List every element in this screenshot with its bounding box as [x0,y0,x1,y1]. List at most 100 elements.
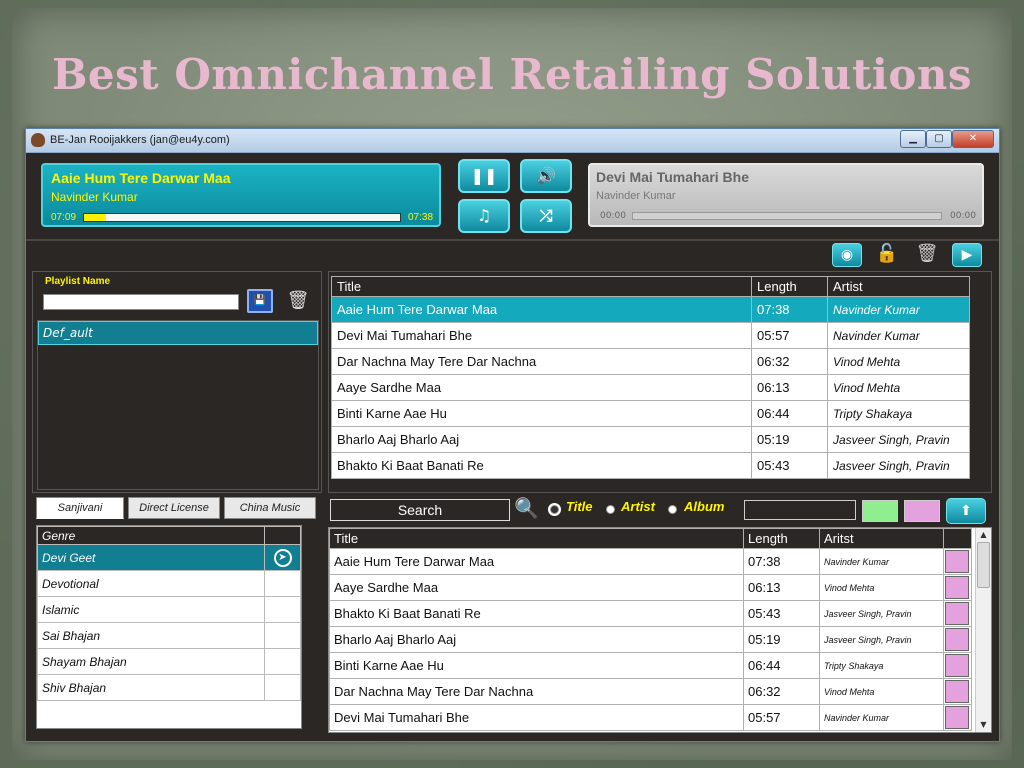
magnifier-icon[interactable]: 🔍 [514,496,540,522]
list-item[interactable]: Devotional [37,570,301,597]
table-row[interactable]: Bharlo Aaj Bharlo Aaj 05:19 Jasveer Sing… [329,626,972,653]
up-next-artist: Navinder Kumar [596,190,676,202]
divider [26,239,999,241]
play-button[interactable]: ▶ [952,243,982,267]
arrow-right-icon[interactable]: ➤ [273,548,292,567]
scroll-down-icon[interactable]: ▼ [976,718,991,732]
table-row[interactable]: Dar Nachna May Tere Dar Nachna 06:32 Vin… [329,678,972,705]
table-row[interactable]: Dar Nachna May Tere Dar Nachna 06:32 Vin… [331,348,970,375]
results-table: Title Length Aritst Aaie Hum Tere Darwar… [329,528,972,731]
genre-label: Shayam Bhajan [37,648,265,675]
track-title: Binti Karne Aae Hu [331,400,752,427]
column-header-artist[interactable]: Aritst [819,528,944,549]
rss-button[interactable]: ◉ [832,243,862,267]
pause-button[interactable]: ❚❚ [458,159,510,193]
delete-button[interactable]: 🗑 [912,243,942,267]
radio-title[interactable] [550,505,559,514]
radio-artist[interactable] [606,505,615,514]
minimize-icon: ▁ [909,133,917,144]
list-item[interactable]: Devi Geet ➤ [37,544,301,571]
volume-button[interactable]: 🔊 [520,159,572,193]
tab-direct-license[interactable]: Direct License [128,497,220,519]
radio-title-label: Title [566,499,593,514]
track-artist: Vinod Mehta [827,348,970,375]
table-row[interactable]: Devi Mai Tumahari Bhe 05:57 Navinder Kum… [331,322,970,349]
track-artist: Vinod Mehta [827,374,970,401]
track-artist: Jasveer Singh, Pravin [827,426,970,453]
list-item[interactable]: Islamic [37,596,301,623]
tab-sanjivani[interactable]: Sanjivani [36,497,124,519]
up-next-panel: Devi Mai Tumahari Bhe Navinder Kumar 00:… [588,163,984,227]
progress-bar[interactable] [83,213,401,222]
total-time: 07:38 [408,212,434,223]
tab-china-music[interactable]: China Music [224,497,316,519]
progress-fill [84,214,107,221]
track-length: 06:32 [751,348,828,375]
search-input[interactable] [744,500,856,520]
column-header-flag [943,528,972,549]
color-swatch-pink[interactable] [904,500,940,522]
track-title: Dar Nachna May Tere Dar Nachna [331,348,752,375]
floppy-disk-icon: 💾 [253,295,267,306]
row-color-flag[interactable] [945,602,969,625]
table-row[interactable]: Aaye Sardhe Maa 06:13 Vinod Mehta [331,374,970,401]
search-results: Title Length Aritst Aaie Hum Tere Darwar… [328,527,992,733]
row-color-flag[interactable] [945,680,969,703]
upload-button[interactable]: ⬆ [946,498,986,524]
slide-title: Best Omnichannel Retailing Solutions [51,50,973,99]
table-row[interactable]: Aaie Hum Tere Darwar Maa 07:38 Navinder … [329,548,972,575]
table-row[interactable]: Binti Karne Aae Hu 06:44 Tripty Shakaya [329,652,972,679]
result-title: Binti Karne Aae Hu [329,652,744,679]
column-header-genre[interactable]: Genre [37,526,265,545]
close-button[interactable]: ✕ [952,130,994,148]
row-color-flag[interactable] [945,654,969,677]
search-button[interactable]: Search [330,499,510,521]
app-icon [31,133,45,147]
track-artist: Jasveer Singh, Pravin [827,452,970,479]
save-playlist-button[interactable]: 💾 [247,289,273,313]
radio-album[interactable] [668,505,677,514]
window-titlebar[interactable]: BE-Jan Rooijakkers (jan@eu4y.com) ▁ ▢ ✕ [26,129,999,153]
lock-icon: 🔓 [875,243,899,264]
column-header-title[interactable]: Title [331,276,752,297]
playlist-name-input[interactable] [43,294,239,310]
column-header-length[interactable]: Length [751,276,828,297]
color-swatch-green[interactable] [862,500,898,522]
column-header-title[interactable]: Title [329,528,744,549]
table-row[interactable]: Aaye Sardhe Maa 06:13 Vinod Mehta [329,574,972,601]
column-header-length[interactable]: Length [743,528,820,549]
list-item[interactable]: Shiv Bhajan [37,674,301,701]
results-scrollbar[interactable]: ▲ ▼ [975,528,991,732]
list-item[interactable]: Shayam Bhajan [37,648,301,675]
result-artist: Vinod Mehta [819,678,944,705]
maximize-button[interactable]: ▢ [926,130,952,148]
track-length: 05:43 [751,452,828,479]
track-title: Devi Mai Tumahari Bhe [331,322,752,349]
column-header-artist[interactable]: Artist [827,276,970,297]
up-next-progress-bar[interactable] [632,212,942,220]
scroll-up-icon[interactable]: ▲ [976,528,991,542]
row-color-flag[interactable] [945,550,969,573]
track-title: Bharlo Aaj Bharlo Aaj [331,426,752,453]
music-button[interactable]: ♫ [458,199,510,233]
row-color-flag[interactable] [945,706,969,729]
table-row[interactable]: Binti Karne Aae Hu 06:44 Tripty Shakaya [331,400,970,427]
table-row[interactable]: Aaie Hum Tere Darwar Maa 07:38 Navinder … [331,296,970,323]
delete-playlist-button[interactable]: 🗑 [285,288,311,314]
lock-button[interactable]: 🔓 [872,243,902,267]
result-length: 05:43 [743,600,820,627]
rss-icon: ◉ [840,247,854,263]
table-row[interactable]: Devi Mai Tumahari Bhe 05:57 Navinder Kum… [329,704,972,731]
table-row[interactable]: Bharlo Aaj Bharlo Aaj 05:19 Jasveer Sing… [331,426,970,453]
table-row[interactable]: Bhakto Ki Baat Banati Re 05:43 Jasveer S… [331,452,970,479]
scroll-thumb[interactable] [977,542,990,588]
table-row[interactable]: Bhakto Ki Baat Banati Re 05:43 Jasveer S… [329,600,972,627]
shuffle-button[interactable]: ⤮ [520,199,572,233]
row-color-flag[interactable] [945,628,969,651]
minimize-button[interactable]: ▁ [900,130,926,148]
up-next-title: Devi Mai Tumahari Bhe [596,169,750,185]
playlist-item[interactable]: Def_ault [38,321,318,345]
result-title: Aaye Sardhe Maa [329,574,744,601]
row-color-flag[interactable] [945,576,969,599]
list-item[interactable]: Sai Bhajan [37,622,301,649]
